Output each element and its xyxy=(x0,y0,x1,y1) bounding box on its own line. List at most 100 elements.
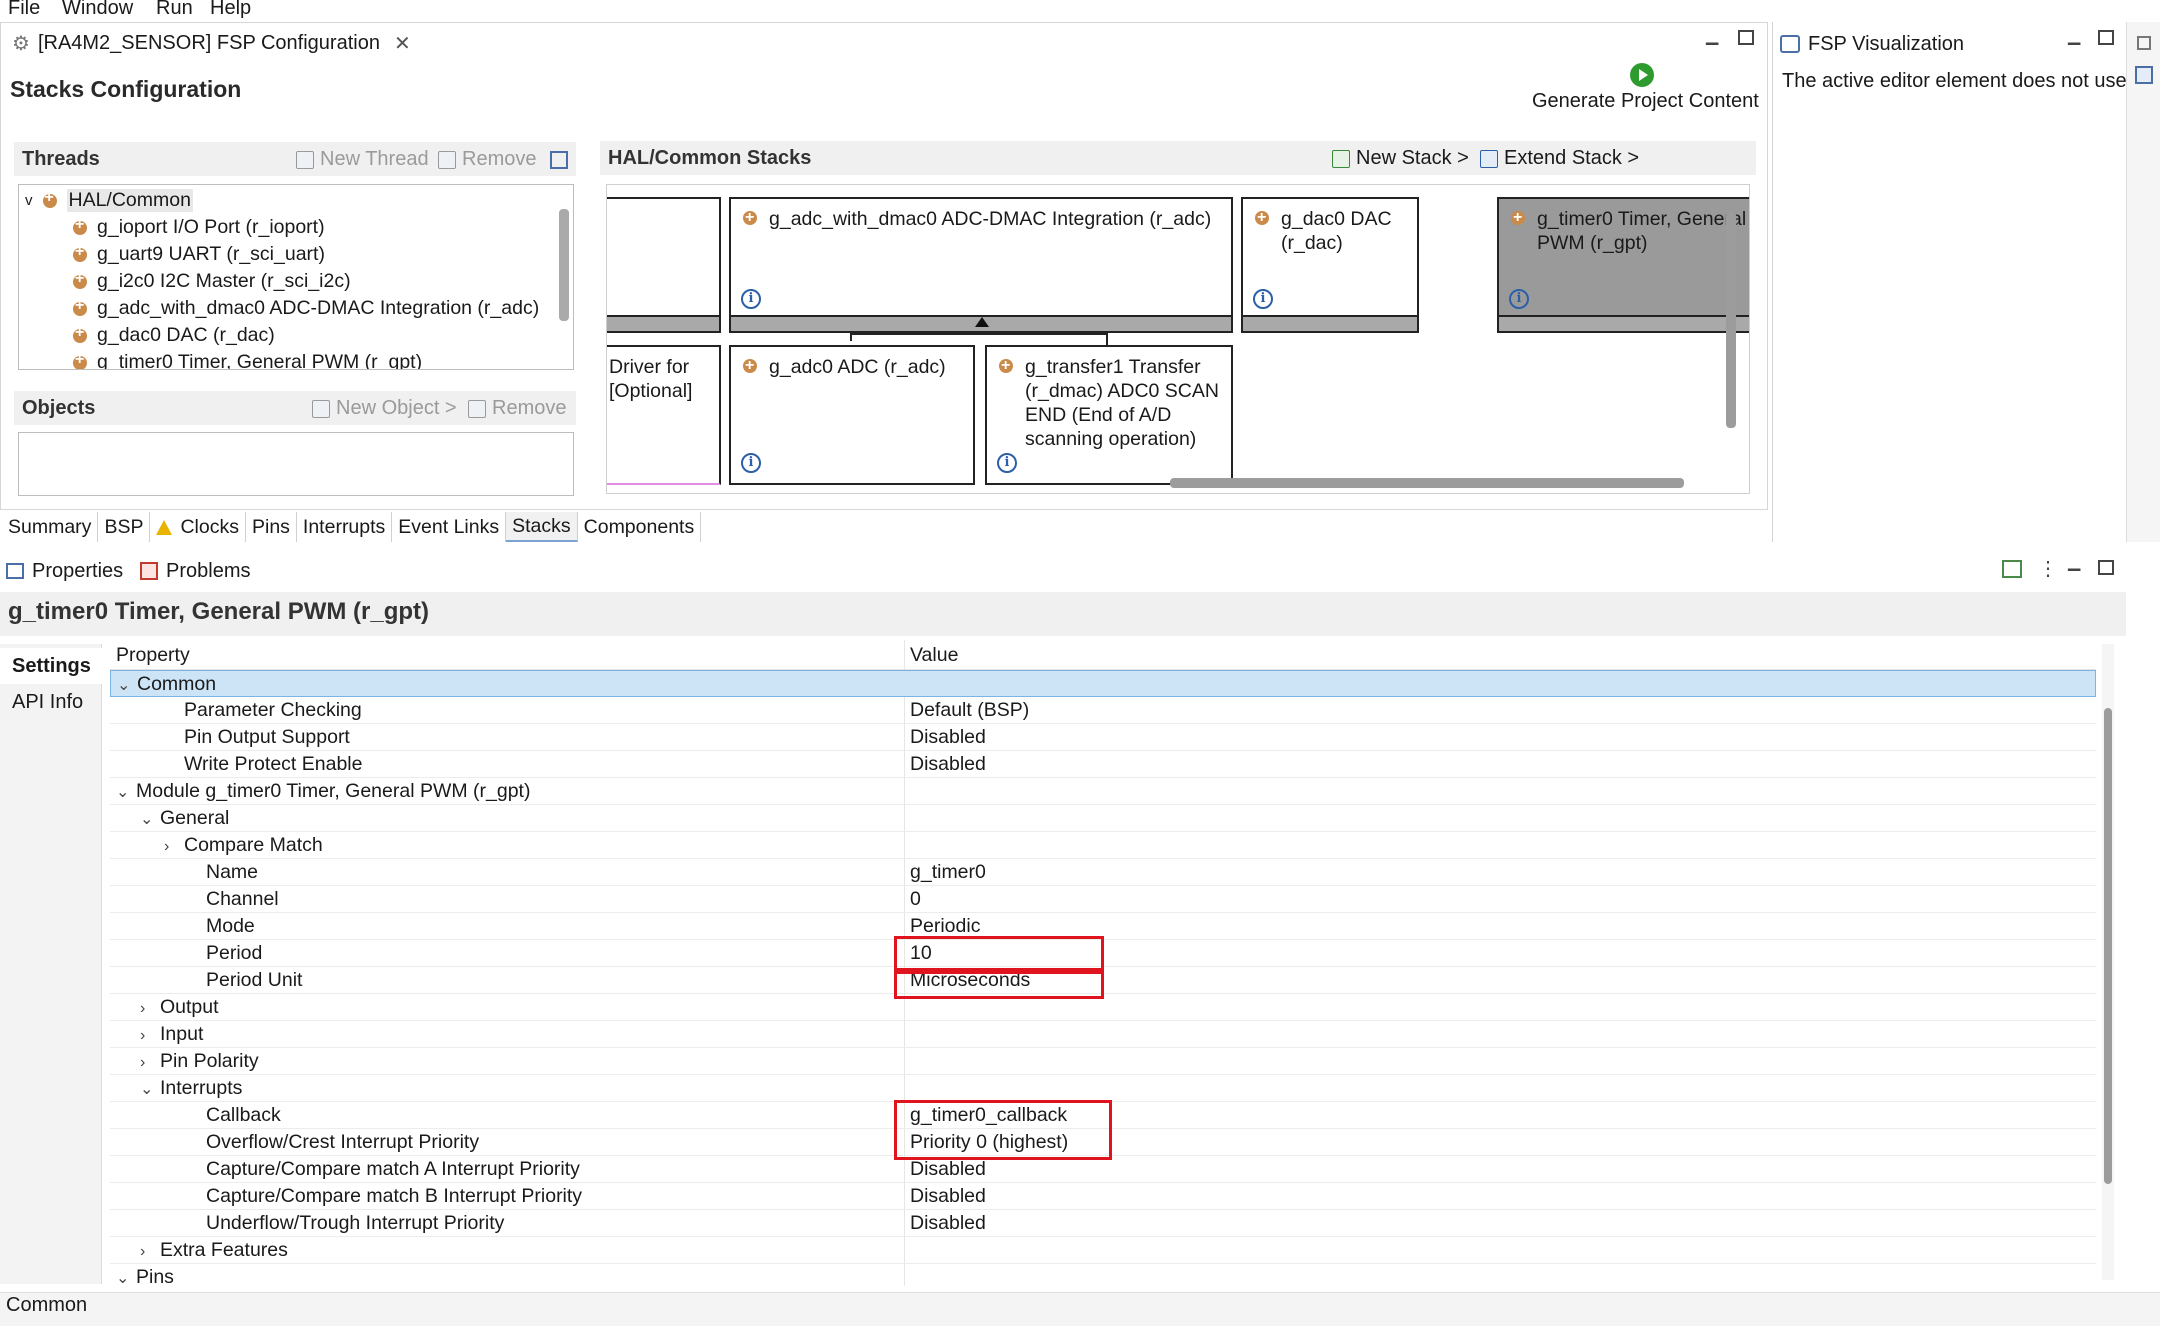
table-row[interactable]: › Pin Polarity xyxy=(110,1048,2096,1075)
tab-settings[interactable]: Settings xyxy=(0,648,102,684)
remove-object-button[interactable]: Remove xyxy=(468,397,566,420)
minimize-icon[interactable]: ▁ xyxy=(2068,26,2080,46)
table-row[interactable]: ⌄ Interrupts xyxy=(110,1075,2096,1102)
stacks-vertical-scrollbar[interactable] xyxy=(1726,212,1736,428)
stack-box-dac[interactable]: g_dac0 DAC (r_dac) i xyxy=(1241,197,1419,333)
property-value[interactable]: Disabled xyxy=(910,1158,986,1181)
table-row[interactable]: › Extra Features xyxy=(110,1237,2096,1264)
tab-properties[interactable]: Properties xyxy=(6,556,123,586)
table-row[interactable]: Underflow/Trough Interrupt Priority Disab… xyxy=(110,1210,2096,1237)
restore-icon[interactable] xyxy=(2137,36,2151,50)
tree-item[interactable]: g_i2c0 I2C Master (r_sci_i2c) xyxy=(71,268,351,295)
table-row[interactable]: ⌄ General xyxy=(110,805,2096,832)
tab-api-info[interactable]: API Info xyxy=(0,684,102,720)
tab-components[interactable]: Components xyxy=(577,512,702,542)
chevron-down-icon[interactable]: v xyxy=(25,192,33,209)
info-icon[interactable]: i xyxy=(741,453,761,473)
minimize-icon[interactable]: ▁ xyxy=(1706,26,1718,46)
chevron-down-icon[interactable]: ⌄ xyxy=(117,675,131,695)
properties-scrollbar-thumb[interactable] xyxy=(2104,708,2112,1184)
chevron-right-icon[interactable]: › xyxy=(164,838,178,856)
threads-scrollbar[interactable] xyxy=(559,209,569,321)
property-value[interactable]: Periodic xyxy=(910,915,980,938)
new-thread-button[interactable]: New Thread xyxy=(296,148,429,171)
table-row[interactable]: Parameter Checking Default (BSP) xyxy=(110,697,2096,724)
generate-project-content-button[interactable]: Generate Project Content xyxy=(1532,90,1759,113)
table-row[interactable]: Name g_timer0 xyxy=(110,859,2096,886)
property-value[interactable]: Disabled xyxy=(910,1212,986,1235)
stack-box-transfer[interactable]: g_transfer1 Transfer (r_dmac) ADC0 SCAN … xyxy=(985,345,1233,485)
table-row[interactable]: Channel 0 xyxy=(110,886,2096,913)
maximize-icon[interactable] xyxy=(1738,30,1754,45)
stack-box-adc-dmac[interactable]: g_adc_with_dmac0 ADC-DMAC Integration (r… xyxy=(729,197,1233,333)
table-row[interactable]: › Input xyxy=(110,1021,2096,1048)
chevron-right-icon[interactable]: › xyxy=(140,1243,154,1261)
extend-stack-button[interactable]: Extend Stack > xyxy=(1480,147,1639,170)
editor-tab[interactable]: ⚙ [RA4M2_SENSOR] FSP Configuration ✕ xyxy=(4,26,419,62)
table-row[interactable]: Capture/Compare match B Interrupt Priori… xyxy=(110,1183,2096,1210)
maximize-icon[interactable] xyxy=(2098,30,2114,45)
column-header-property[interactable]: Property xyxy=(116,644,190,667)
property-value[interactable]: Disabled xyxy=(910,1185,986,1208)
tab-problems[interactable]: Problems xyxy=(140,556,250,586)
info-icon[interactable]: i xyxy=(997,453,1017,473)
objects-list[interactable] xyxy=(18,432,574,496)
collapse-all-icon[interactable] xyxy=(550,151,568,169)
remove-thread-button[interactable]: Remove xyxy=(438,148,536,171)
menu-file[interactable]: File xyxy=(8,0,40,20)
table-row[interactable]: ⌄ Module g_timer0 Timer, General PWM (r_g… xyxy=(110,778,2096,805)
property-value[interactable]: Default (BSP) xyxy=(910,699,1029,722)
minimize-icon[interactable]: ▁ xyxy=(2068,552,2080,572)
stack-box-driver[interactable]: Driver for [Optional] xyxy=(607,345,721,485)
table-row[interactable]: ⌄ Common xyxy=(110,670,2096,697)
chevron-down-icon[interactable]: ⌄ xyxy=(140,809,154,829)
chevron-down-icon[interactable]: ⌄ xyxy=(116,1268,130,1286)
tab-pins[interactable]: Pins xyxy=(245,512,297,542)
tab-summary[interactable]: Summary xyxy=(2,512,99,542)
menu-window[interactable]: Window xyxy=(62,0,133,20)
stacks-horizontal-scrollbar[interactable] xyxy=(1170,478,1684,488)
pin-view-icon[interactable] xyxy=(2002,560,2022,578)
info-icon[interactable]: i xyxy=(1509,289,1529,309)
info-icon[interactable]: i xyxy=(1253,289,1273,309)
property-value[interactable]: Disabled xyxy=(910,726,986,749)
table-row[interactable]: Write Protect Enable Disabled xyxy=(110,751,2096,778)
chevron-right-icon[interactable]: › xyxy=(140,1054,154,1072)
chevron-right-icon[interactable]: › xyxy=(140,1000,154,1018)
table-row[interactable]: ⌄ Pins xyxy=(110,1264,2096,1286)
chevron-down-icon[interactable]: ⌄ xyxy=(116,782,130,802)
tab-clocks[interactable]: Clocks xyxy=(150,512,246,542)
generate-icon[interactable] xyxy=(1630,63,1654,87)
view-menu-icon[interactable]: ⋮ xyxy=(2038,556,2058,581)
property-value[interactable]: g_timer0 xyxy=(910,861,986,884)
property-value[interactable]: Disabled xyxy=(910,753,986,776)
visualization-tab[interactable]: FSP Visualization xyxy=(1780,28,1964,60)
new-object-button[interactable]: New Object > xyxy=(312,397,457,420)
new-stack-button[interactable]: New Stack > xyxy=(1332,147,1469,170)
column-header-value[interactable]: Value xyxy=(910,644,958,667)
table-row[interactable]: Capture/Compare match A Interrupt Priori… xyxy=(110,1156,2096,1183)
tab-bsp[interactable]: BSP xyxy=(98,512,151,542)
stack-box-partial[interactable] xyxy=(607,197,721,333)
stack-box-timer[interactable]: g_timer0 Timer, General PWM (r_gpt) i xyxy=(1497,197,1749,333)
tab-stacks[interactable]: Stacks xyxy=(506,512,578,542)
chevron-down-icon[interactable]: ⌄ xyxy=(140,1079,154,1099)
menu-run[interactable]: Run xyxy=(156,0,193,20)
tree-item[interactable]: g_adc_with_dmac0 ADC-DMAC Integration (r… xyxy=(71,295,539,322)
tab-interrupts[interactable]: Interrupts xyxy=(296,512,393,542)
tab-event-links[interactable]: Event Links xyxy=(392,512,507,542)
chevron-right-icon[interactable]: › xyxy=(140,1027,154,1045)
menu-help[interactable]: Help xyxy=(210,0,251,20)
outline-icon[interactable] xyxy=(2135,66,2153,84)
close-icon[interactable]: ✕ xyxy=(394,31,411,56)
maximize-icon[interactable] xyxy=(2098,560,2114,575)
tree-item[interactable]: g_timer0 Timer, General PWM (r_gpt) xyxy=(71,349,422,369)
tree-root[interactable]: v HAL/Common xyxy=(25,187,193,214)
table-row[interactable]: Pin Output Support Disabled xyxy=(110,724,2096,751)
info-icon[interactable]: i xyxy=(741,289,761,309)
collapse-arrow-icon[interactable] xyxy=(975,317,989,327)
tree-item[interactable]: g_dac0 DAC (r_dac) xyxy=(71,322,275,349)
property-value[interactable]: 0 xyxy=(910,888,921,911)
table-row[interactable]: › Compare Match xyxy=(110,832,2096,859)
tree-item[interactable]: g_ioport I/O Port (r_ioport) xyxy=(71,214,325,241)
